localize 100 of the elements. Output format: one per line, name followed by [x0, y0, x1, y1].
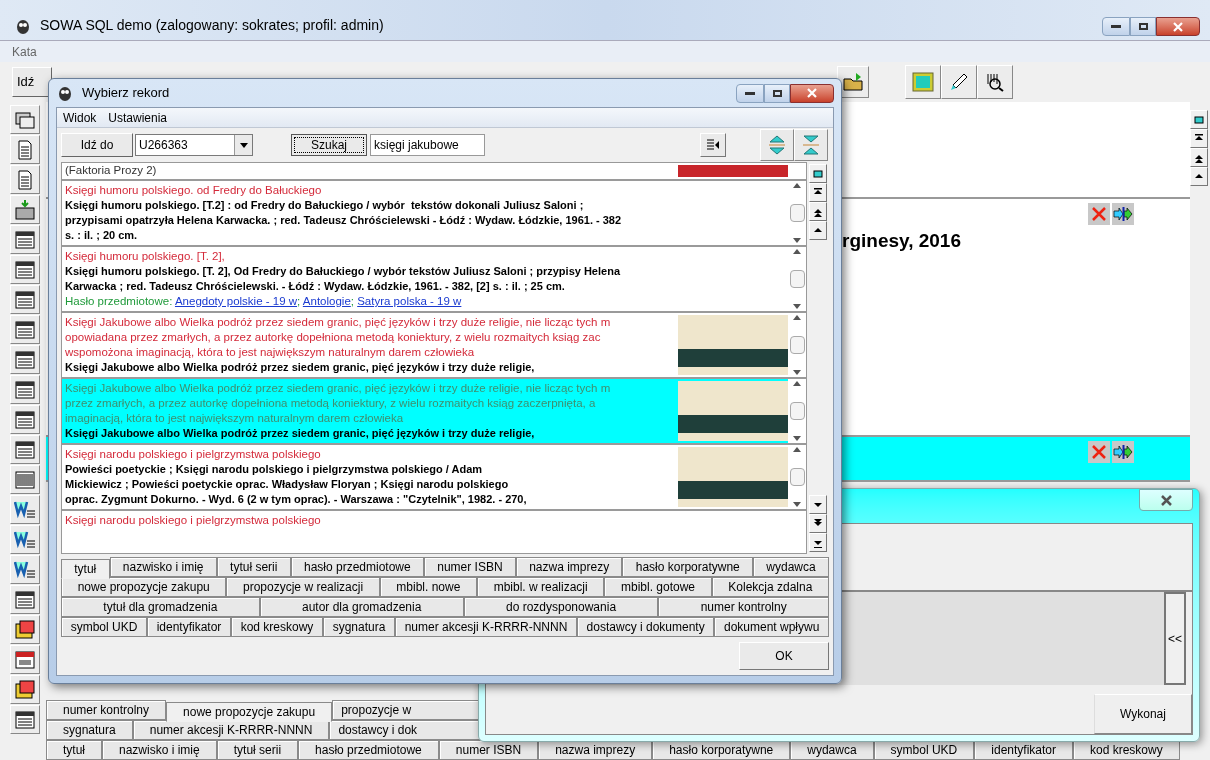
tab[interactable]: nowe propozycje zakupu [61, 577, 227, 597]
tab[interactable]: hasło korporatywne [622, 557, 754, 577]
tab[interactable]: nazwisko i imię [102, 740, 217, 760]
expand-button[interactable] [760, 129, 794, 161]
tab[interactable]: nazwa imprezy [538, 740, 653, 760]
collapse-button[interactable] [794, 129, 828, 161]
tab[interactable]: numer akcesji K-RRRR-NNNN [132, 720, 330, 740]
list-icon[interactable] [14, 288, 36, 311]
filter-button[interactable] [700, 133, 726, 157]
navigation-button[interactable] [809, 533, 827, 552]
tab[interactable]: tytuł dla gromadzenia [61, 597, 260, 617]
navigation-button[interactable] [1190, 129, 1208, 148]
maximize-button[interactable] [1130, 17, 1156, 36]
tab[interactable]: mbibl. gotowe [604, 577, 712, 597]
tab[interactable]: mbibl. nowe [379, 577, 477, 597]
scrollbar[interactable] [788, 313, 806, 377]
barcode-icon[interactable] [14, 468, 36, 491]
scrollbar[interactable] [788, 181, 806, 245]
minimize-button[interactable] [1102, 17, 1130, 36]
open-folder-button[interactable] [837, 66, 869, 98]
close-button[interactable] [790, 83, 834, 103]
tab[interactable]: dokument wpływu [714, 617, 829, 637]
record-row[interactable] [62, 443, 806, 509]
tab[interactable]: wydawca [790, 740, 874, 760]
navigation-button[interactable] [1190, 110, 1208, 129]
tab[interactable]: hasło przedmiotowe [298, 740, 439, 760]
collapse-button[interactable]: << [1164, 592, 1186, 685]
tab[interactable]: hasło korporatywne [652, 740, 791, 760]
ok-button[interactable]: OK [739, 642, 829, 670]
record-number-combo[interactable]: U266363 [135, 134, 253, 156]
search-button[interactable]: Szukaj [291, 134, 367, 156]
tab[interactable]: kod kreskowy [231, 617, 323, 637]
tab[interactable]: kod kreskowy [1073, 740, 1180, 760]
close-button[interactable] [1139, 489, 1193, 511]
tab[interactable]: propozycje w realizacji [226, 577, 380, 597]
tab[interactable]: autor dla gromadzenia [259, 597, 464, 617]
tab[interactable]: dostawcy i dokumenty [576, 617, 715, 637]
close-button[interactable] [1156, 17, 1200, 36]
link-button[interactable] [1112, 203, 1134, 225]
list-icon[interactable] [14, 438, 36, 461]
tab[interactable]: numer kontrolny [46, 700, 167, 720]
scrollbar[interactable] [788, 379, 806, 443]
tab[interactable]: tytuł serii [216, 740, 299, 760]
list-icon[interactable] [14, 318, 36, 341]
subject-link[interactable]: Antologie [302, 295, 351, 307]
tab[interactable]: identyfikator [974, 740, 1073, 760]
tab[interactable]: hasło przedmiotowe [290, 557, 424, 577]
link-button[interactable] [1112, 441, 1134, 463]
navigation-button[interactable] [809, 164, 827, 183]
tab[interactable]: mbibl. w realizacji [477, 577, 605, 597]
tab[interactable]: tytuł serii [216, 557, 291, 577]
tab[interactable]: numer ISBN [438, 740, 539, 760]
tab[interactable]: numer akcesji K-RRRR-NNNN [395, 617, 577, 637]
navigation-button[interactable] [809, 221, 827, 240]
maximize-button[interactable] [764, 83, 790, 103]
search-field[interactable]: księgi jakubowe [370, 134, 485, 156]
list-icon[interactable] [14, 228, 36, 251]
list-icon[interactable] [14, 708, 36, 731]
tab[interactable]: do rozdysponowania [463, 597, 659, 617]
go-to-button[interactable]: Idź [12, 67, 52, 97]
tab[interactable]: identyfikator [147, 617, 231, 637]
go-to-button[interactable]: Idź do [61, 133, 133, 157]
record-row[interactable] [62, 377, 806, 443]
record-row[interactable] [62, 311, 806, 377]
list-icon[interactable] [14, 408, 36, 431]
minimize-button[interactable] [736, 83, 764, 103]
menu-item[interactable]: Ustawienia [108, 108, 168, 127]
record-row[interactable] [62, 179, 806, 245]
list-icon[interactable] [14, 258, 36, 281]
tab[interactable]: Kolekcja zdalna [711, 577, 829, 597]
tab[interactable]: sygnatura [46, 720, 133, 740]
navigation-button[interactable] [809, 495, 827, 514]
navigation-button[interactable] [1190, 148, 1208, 167]
navigation-button[interactable] [809, 514, 827, 533]
subject-link[interactable]: Satyra polska - 19 w [357, 295, 462, 307]
tab[interactable]: symbol UKD [61, 617, 147, 637]
navigation-button[interactable] [809, 183, 827, 202]
record-title: przez zmarłych, a przez autorkę dopełniona metodą koniektury, z wielu rozmaitych ksiąg zaczerpnięta, a [65, 396, 597, 411]
tab[interactable]: numer kontrolny [658, 597, 829, 617]
list-icon[interactable] [14, 378, 36, 401]
tab[interactable]: nowe propozycje zakupu [166, 702, 333, 722]
barcode-search-button[interactable] [977, 65, 1013, 99]
list-icon[interactable] [14, 348, 36, 371]
record-row[interactable] [62, 245, 806, 311]
scrollbar[interactable] [788, 247, 806, 311]
tab[interactable]: tytuł [46, 740, 102, 760]
scrollbar[interactable] [788, 445, 806, 509]
tab[interactable]: nazwa imprezy [515, 557, 623, 577]
eyedropper-button[interactable] [941, 65, 977, 99]
tab[interactable]: tytuł [61, 559, 110, 579]
tab[interactable]: sygnatura [323, 617, 395, 637]
navigation-button[interactable] [809, 202, 827, 221]
run-button[interactable]: Wykonaj [1094, 694, 1192, 734]
list-icon[interactable] [14, 588, 36, 611]
tab[interactable]: wydawca [753, 557, 829, 577]
tab[interactable]: numer ISBN [424, 557, 516, 577]
navigation-button[interactable] [1190, 167, 1208, 186]
menu-item[interactable]: Widok [63, 108, 97, 127]
tab[interactable]: nazwisko i imię [109, 557, 217, 577]
menu-item[interactable]: Kata [12, 42, 37, 61]
